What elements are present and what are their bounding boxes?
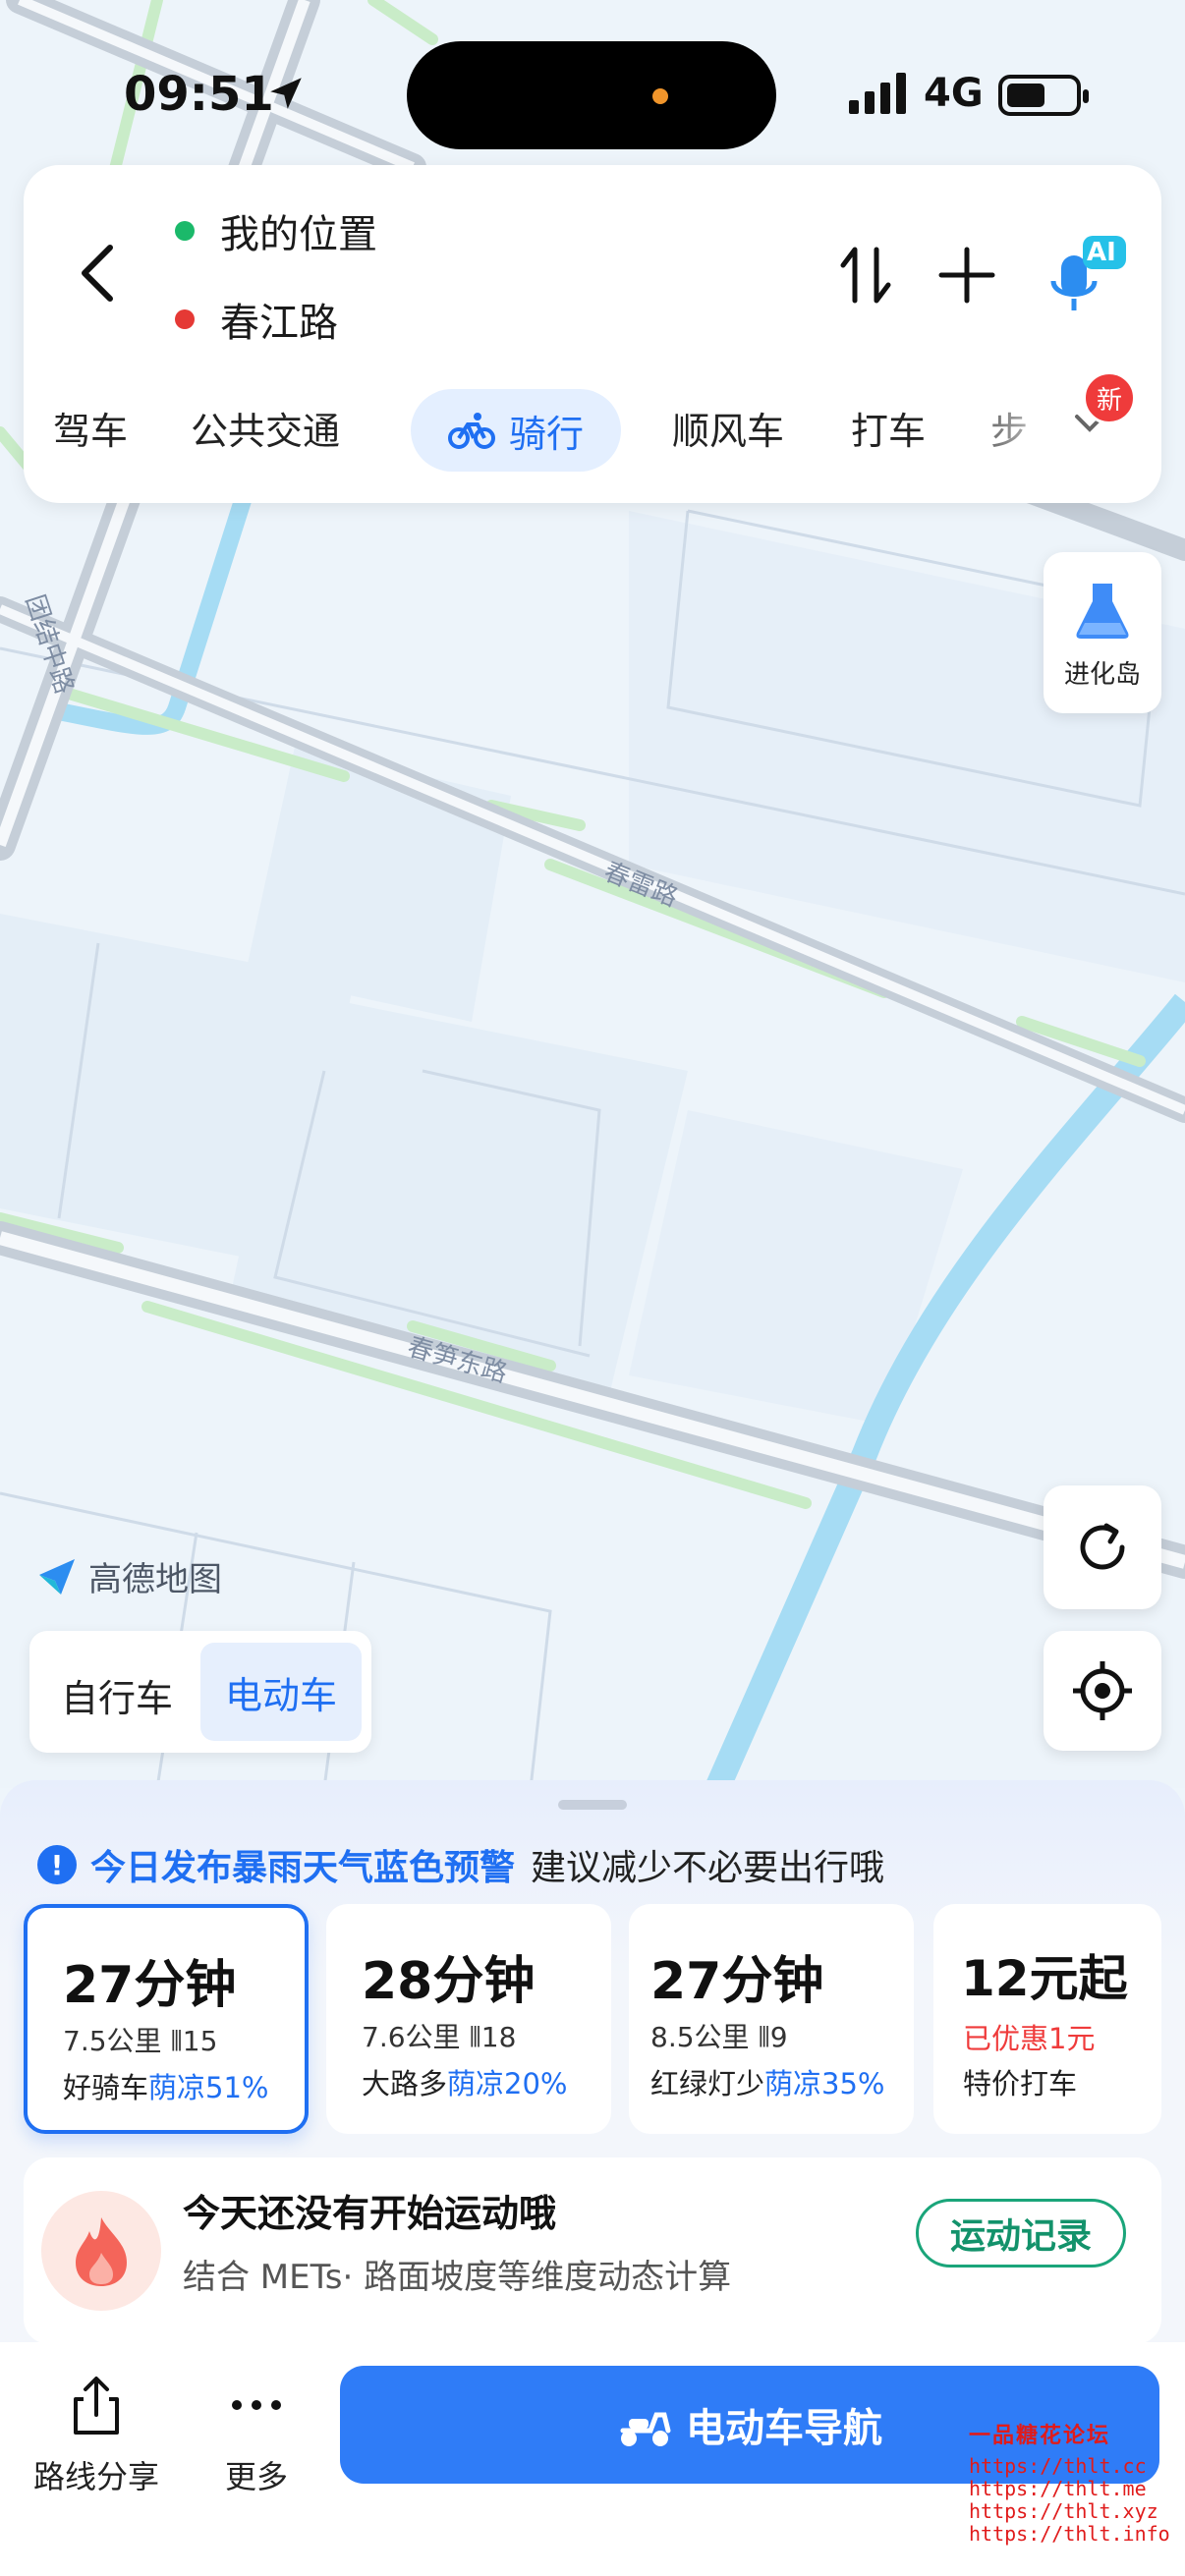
tab-taxi[interactable]: 打车: [851, 401, 926, 455]
tab-cycling-label: 骑行: [508, 412, 584, 456]
traffic-light-icon: ⦀: [469, 2021, 481, 2053]
scooter-icon: [620, 2412, 671, 2446]
bicycle-icon: [447, 413, 495, 449]
start-dot-icon: [175, 221, 195, 241]
taxi-label: 特价打车: [963, 2067, 1078, 2100]
alert-icon: !: [37, 1845, 77, 1884]
add-waypoint-icon[interactable]: [928, 236, 1006, 314]
network-type: 4G: [924, 71, 984, 116]
route-tag: 好骑车荫凉51%: [63, 2071, 269, 2104]
route-tag: 红绿灯少荫凉35%: [650, 2067, 885, 2100]
ebike-option[interactable]: 电动车: [200, 1643, 362, 1741]
amap-logo: 高德地图: [35, 1552, 222, 1600]
vehicle-type-toggle: 自行车 电动车: [29, 1631, 371, 1753]
start-label: 我的位置: [220, 212, 377, 257]
more-label: 更多: [224, 2458, 288, 2495]
route-time: 27分钟: [650, 1952, 824, 2011]
start-point[interactable]: 我的位置: [175, 202, 377, 259]
swap-icon[interactable]: [831, 236, 902, 314]
navigate-label: 电动车导航: [686, 2406, 882, 2451]
crosshair-icon: [1073, 1661, 1132, 1720]
exercise-record-button[interactable]: 运动记录: [916, 2199, 1126, 2268]
exercise-card: 今天还没有开始运动哦 结合 METs· 路面坡度等维度动态计算 运动记录: [24, 2157, 1161, 2344]
route-time: 27分钟: [63, 1956, 237, 2015]
flask-icon: [1076, 584, 1129, 639]
tab-cycling[interactable]: 骑行: [411, 389, 621, 472]
share-icon: [74, 2377, 119, 2435]
route-card: 我的位置 春江路 AI 驾车 公共交通 骑行 顺风车 打车 新: [24, 165, 1161, 503]
watermark-url: https://thlt.cc: [969, 2454, 1147, 2478]
refresh-icon: [1080, 1523, 1125, 1570]
share-label: 路线分享: [33, 2458, 160, 2495]
dynamic-island: [407, 41, 776, 149]
route-option-3[interactable]: 27分钟 8.5公里 ⦀9 红绿灯少荫凉35%: [629, 1904, 914, 2134]
exercise-title: 今天还没有开始运动哦: [183, 2192, 557, 2235]
route-distance: 8.5公里 ⦀9: [650, 2021, 788, 2053]
alert-title: 今日发布暴雨天气蓝色预警: [90, 1848, 516, 1888]
route-time: 28分钟: [362, 1952, 536, 2011]
route-distance: 7.6公里 ⦀18: [362, 2021, 517, 2053]
route-option-1[interactable]: 27分钟 7.5公里 ⦀15 好骑车荫凉51%: [24, 1904, 309, 2134]
weather-alert[interactable]: ! 今日发布暴雨天气蓝色预警 建议减少不必要出行哦: [37, 1839, 884, 1890]
flame-icon: [41, 2191, 161, 2311]
refresh-button[interactable]: [1044, 1485, 1161, 1609]
alert-message: 建议减少不必要出行哦: [531, 1848, 885, 1888]
amap-logo-text: 高德地图: [88, 1560, 222, 1599]
drag-handle[interactable]: [558, 1800, 627, 1810]
taxi-price: 12元起: [961, 1950, 1128, 2007]
traffic-light-icon: ⦀: [170, 2025, 183, 2057]
watermark-url: https://thlt.me: [969, 2477, 1147, 2500]
exercise-subtitle: 结合 METs· 路面坡度等维度动态计算: [183, 2258, 732, 2297]
taxi-discount: 已优惠1元: [963, 2022, 1096, 2055]
more-dots-icon: [232, 2400, 281, 2410]
more-button[interactable]: 更多: [222, 2372, 291, 2497]
tab-drive[interactable]: 驾车: [53, 401, 128, 455]
route-tag: 大路多荫凉20%: [362, 2067, 568, 2100]
ai-badge: AI: [1087, 238, 1116, 267]
ai-voice-button[interactable]: AI: [1044, 228, 1130, 318]
amap-logo-icon: [39, 1558, 75, 1595]
watermark-title: 一品糖花论坛: [969, 2424, 1111, 2448]
travel-mode-tabs: 驾车 公共交通 骑行 顺风车 打车 步 新: [24, 371, 1161, 472]
watermark-url: https://thlt.info: [969, 2522, 1170, 2546]
tabs-fade: [996, 383, 1075, 472]
end-label: 春江路: [220, 301, 338, 346]
status-time: 09:51: [124, 67, 274, 122]
bicycle-option[interactable]: 自行车: [61, 1668, 173, 1722]
taxi-option[interactable]: 12元起 已优惠1元 特价打车: [933, 1904, 1161, 2134]
end-point[interactable]: 春江路: [175, 291, 338, 348]
route-option-2[interactable]: 28分钟 7.6公里 ⦀18 大路多荫凉20%: [326, 1904, 611, 2134]
evolution-island-button[interactable]: 进化岛: [1044, 552, 1161, 713]
watermark: 一品糖花论坛 https://thlt.cc https://thlt.me h…: [969, 2424, 1170, 2546]
back-icon[interactable]: [63, 234, 132, 312]
signal-icon: [849, 73, 906, 114]
battery-icon: [998, 75, 1089, 116]
traffic-light-icon: ⦀: [758, 2021, 770, 2053]
tab-transit[interactable]: 公共交通: [191, 401, 340, 455]
new-badge: 新: [1083, 371, 1136, 424]
watermark-url: https://thlt.xyz: [969, 2499, 1158, 2523]
evolution-island-label: 进化岛: [1063, 660, 1141, 690]
tab-carpool[interactable]: 顺风车: [672, 401, 784, 455]
recording-dot: [652, 88, 668, 104]
share-route-button[interactable]: 路线分享: [33, 2372, 159, 2497]
locate-me-button[interactable]: [1044, 1631, 1161, 1751]
location-arrow-icon: [270, 78, 302, 109]
route-distance: 7.5公里 ⦀15: [63, 2025, 218, 2057]
end-dot-icon: [175, 309, 195, 329]
